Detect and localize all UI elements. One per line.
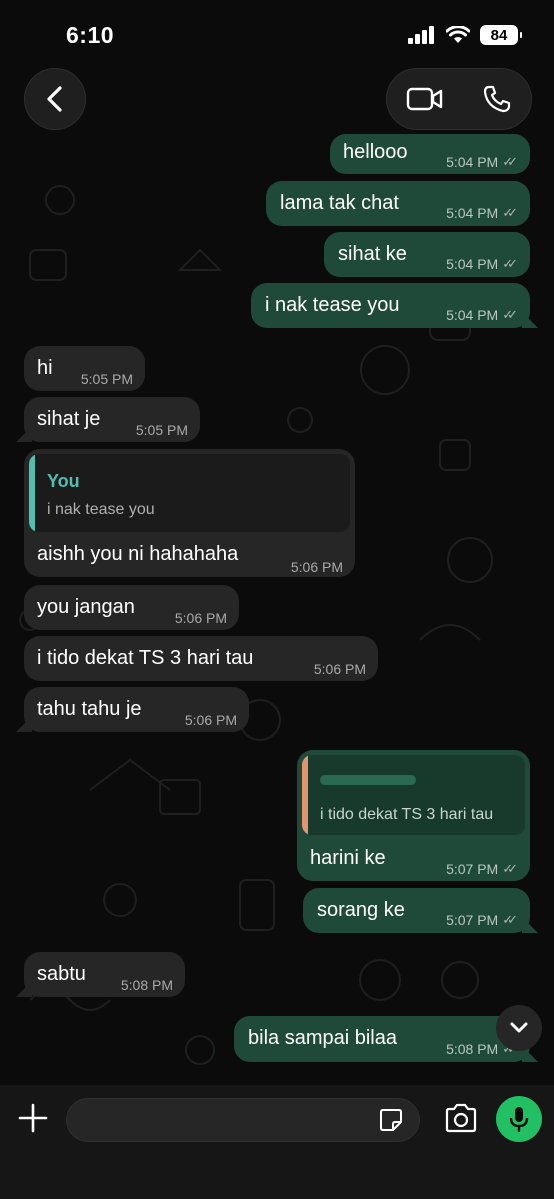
chevron-left-icon	[47, 86, 62, 112]
camera-icon[interactable]	[444, 1103, 478, 1133]
message-time: 5:06 PM	[290, 559, 343, 575]
message-incoming[interactable]: tahu tahu je 5:06 PM	[24, 687, 249, 732]
read-ticks-icon: ✓✓	[502, 861, 518, 876]
message-text: sihat je	[37, 408, 101, 430]
chevron-down-icon	[510, 1022, 528, 1033]
quote-author: You	[47, 471, 80, 491]
status-time: 6:10	[66, 22, 115, 48]
message-incoming[interactable]: sabtu 5:08 PM	[24, 952, 185, 997]
message-time: 5:06 PM	[313, 661, 366, 677]
message-time: 5:08 PM	[120, 977, 173, 993]
message-meta: 5:07 PM ✓✓	[446, 908, 518, 932]
quote-text: i tido dekat TS 3 hari tau	[320, 806, 494, 823]
message-meta: 5:06 PM	[175, 606, 227, 630]
wifi-icon	[446, 26, 470, 43]
message-text: harini ke	[310, 847, 386, 869]
message-outgoing[interactable]: sorang ke 5:07 PM ✓✓	[303, 888, 530, 933]
message-time: 5:04 PM	[446, 154, 499, 170]
voice-record-button[interactable]	[496, 1096, 542, 1142]
message-text: tahu tahu je	[37, 698, 142, 720]
call-actions	[386, 68, 532, 130]
message-meta: 5:04 PM ✓✓	[446, 150, 518, 174]
message-meta: 5:06 PM	[291, 555, 343, 579]
message-meta: 5:05 PM	[81, 367, 133, 391]
message-meta: 5:06 PM	[314, 657, 366, 681]
status-icons: 84	[408, 25, 522, 45]
scroll-to-bottom-button[interactable]	[496, 1005, 542, 1051]
message-outgoing[interactable]: lama tak chat 5:04 PM ✓✓	[266, 181, 530, 226]
video-camera-icon[interactable]	[406, 86, 444, 112]
message-time: 5:08 PM	[446, 1041, 499, 1057]
message-incoming[interactable]: i tido dekat TS 3 hari tau 5:06 PM	[24, 636, 378, 681]
message-text: you jangan	[37, 596, 135, 618]
message-time: 5:04 PM	[446, 256, 499, 272]
message-outgoing[interactable]: hellooo 5:04 PM ✓✓	[330, 134, 530, 174]
message-time: 5:06 PM	[174, 610, 227, 626]
message-meta: 5:08 PM	[121, 973, 173, 997]
microphone-icon	[509, 1107, 529, 1133]
message-meta: 5:04 PM ✓✓	[446, 252, 518, 276]
message-composer	[0, 1085, 554, 1199]
message-outgoing[interactable]: sihat ke 5:04 PM ✓✓	[324, 232, 530, 277]
quote-accent-bar	[302, 755, 308, 835]
plus-icon[interactable]	[18, 1103, 48, 1133]
quote-author-redacted	[320, 775, 416, 785]
message-outgoing[interactable]: bila sampai bilaa 5:08 PM ✓✓	[234, 1016, 530, 1062]
message-text: hellooo	[343, 141, 408, 163]
battery-icon: 84	[480, 25, 522, 45]
status-bar: 6:10 84	[0, 0, 554, 64]
read-ticks-icon: ✓✓	[502, 205, 518, 220]
phone-icon[interactable]	[482, 84, 512, 114]
message-meta: 5:04 PM ✓✓	[446, 303, 518, 327]
read-ticks-icon: ✓✓	[502, 307, 518, 322]
cellular-signal-icon	[408, 26, 434, 44]
message-meta: 5:04 PM ✓✓	[446, 201, 518, 225]
message-time: 5:04 PM	[446, 205, 499, 221]
message-text: aishh you ni hahahaha	[37, 543, 239, 565]
message-incoming[interactable]: sihat je 5:05 PM	[24, 397, 200, 442]
message-text: i nak tease you	[265, 294, 400, 316]
message-time: 5:05 PM	[135, 422, 188, 438]
message-text: sabtu	[37, 963, 86, 985]
message-incoming-reply[interactable]: You i nak tease you aishh you ni hahahah…	[24, 449, 355, 577]
chat-header	[0, 60, 554, 140]
read-ticks-icon: ✓✓	[502, 912, 518, 927]
message-text: hi	[37, 357, 53, 379]
read-ticks-icon: ✓✓	[502, 256, 518, 271]
message-text: sorang ke	[317, 899, 405, 921]
message-text: i tido dekat TS 3 hari tau	[37, 647, 254, 669]
message-time: 5:07 PM	[446, 861, 499, 877]
message-text: sihat ke	[338, 243, 407, 265]
message-time: 5:05 PM	[80, 371, 133, 387]
message-time: 5:04 PM	[446, 307, 499, 323]
quoted-message[interactable]: i tido dekat TS 3 hari tau	[302, 755, 525, 835]
sticker-icon[interactable]	[379, 1108, 403, 1132]
message-meta: 5:07 PM ✓✓	[446, 857, 518, 881]
message-time: 5:06 PM	[184, 712, 237, 728]
quote-accent-bar	[29, 454, 35, 532]
quote-text: i nak tease you	[47, 501, 155, 518]
message-meta: 5:05 PM	[136, 418, 188, 442]
message-outgoing[interactable]: i nak tease you 5:04 PM ✓✓	[251, 283, 530, 328]
quoted-message[interactable]: You i nak tease you	[29, 454, 350, 532]
message-input[interactable]	[66, 1098, 420, 1142]
read-ticks-icon: ✓✓	[502, 154, 518, 169]
back-button[interactable]	[24, 68, 86, 130]
battery-level: 84	[490, 26, 508, 44]
message-time: 5:07 PM	[446, 912, 499, 928]
message-text: bila sampai bilaa	[248, 1027, 397, 1049]
message-outgoing-reply[interactable]: i tido dekat TS 3 hari tau harini ke 5:0…	[297, 750, 530, 881]
message-text: lama tak chat	[280, 192, 399, 214]
message-incoming[interactable]: hi 5:05 PM	[24, 346, 145, 391]
message-meta: 5:06 PM	[185, 708, 237, 732]
message-incoming[interactable]: you jangan 5:06 PM	[24, 585, 239, 630]
